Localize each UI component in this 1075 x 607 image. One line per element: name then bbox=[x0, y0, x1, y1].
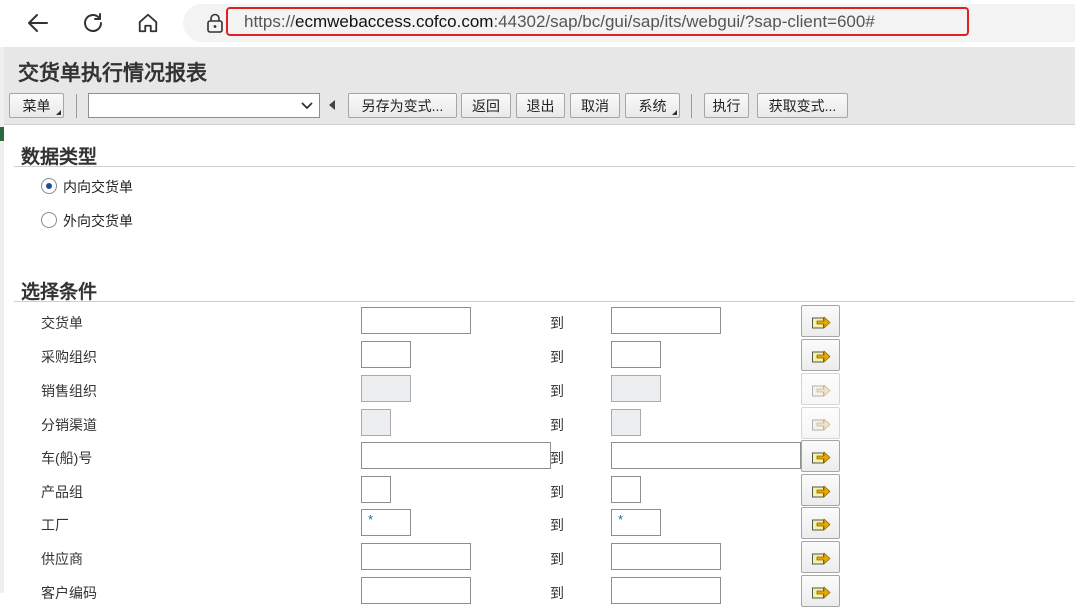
selection-label-plant: 工厂 bbox=[41, 517, 69, 533]
chevron-down-icon bbox=[301, 102, 313, 110]
multiple-selection-arrow-icon bbox=[811, 552, 830, 565]
system-menu-label: 系统 bbox=[638, 97, 667, 114]
field-sales-org-to bbox=[611, 375, 661, 402]
field-plant-to[interactable]: * bbox=[611, 509, 661, 536]
multiple-selection-arrow-icon bbox=[811, 518, 830, 531]
system-menu-button[interactable]: 系统 bbox=[625, 93, 680, 118]
field-distribution-channel-to bbox=[611, 409, 641, 436]
lock-icon[interactable] bbox=[206, 13, 224, 33]
multiple-selection-arrow-icon bbox=[811, 350, 830, 363]
field-vehicle-number-from[interactable] bbox=[361, 442, 551, 469]
to-label: 到 bbox=[550, 517, 564, 533]
radio-label-inbound-delivery[interactable]: 内向交货单 bbox=[63, 177, 133, 197]
multiple-selection-button-product-group[interactable] bbox=[801, 474, 840, 506]
sap-title-bar: 交货单执行情况报表 bbox=[4, 47, 1075, 91]
variant-select[interactable] bbox=[88, 93, 320, 118]
field-purchasing-org-from[interactable] bbox=[361, 341, 411, 368]
execute-button[interactable]: 执行 bbox=[704, 93, 749, 118]
reload-icon bbox=[84, 13, 102, 32]
field-customer-code-from[interactable] bbox=[361, 577, 471, 604]
toolbar-collapse-arrow-icon[interactable] bbox=[329, 100, 335, 110]
get-variant-button[interactable]: 获取变式... bbox=[757, 93, 848, 118]
multiple-selection-button-purchasing-org[interactable] bbox=[801, 339, 840, 371]
selection-label-vendor: 供应商 bbox=[41, 551, 83, 567]
multiple-selection-arrow-icon bbox=[811, 485, 830, 498]
to-label: 到 bbox=[550, 450, 564, 466]
field-vendor-from[interactable] bbox=[361, 543, 471, 570]
section-divider bbox=[14, 301, 1075, 302]
section-title-data-type: 数据类型 bbox=[21, 147, 98, 168]
multiple-selection-button-sales-org bbox=[801, 373, 840, 405]
radio-outbound-delivery[interactable] bbox=[41, 212, 57, 228]
reload-button[interactable] bbox=[78, 8, 108, 38]
menu-button-label: 菜单 bbox=[22, 97, 51, 114]
url-path: :44302/sap/bc/gui/sap/its/webgui/?sap-cl… bbox=[493, 12, 875, 31]
home-button[interactable] bbox=[133, 8, 163, 38]
multiple-selection-arrow-icon bbox=[811, 418, 830, 431]
to-label: 到 bbox=[550, 383, 564, 399]
to-label: 到 bbox=[550, 315, 564, 331]
arrow-left-icon bbox=[28, 14, 48, 32]
home-icon bbox=[138, 13, 158, 33]
field-vehicle-number-to[interactable] bbox=[611, 442, 801, 469]
multiple-selection-button-distribution-channel bbox=[801, 407, 840, 439]
exit-button[interactable]: 退出 bbox=[516, 93, 565, 118]
selection-label-vehicle-number: 车(船)号 bbox=[41, 450, 93, 466]
back-sap-button[interactable]: 返回 bbox=[461, 93, 511, 118]
to-label: 到 bbox=[550, 349, 564, 365]
to-label: 到 bbox=[550, 551, 564, 567]
to-label: 到 bbox=[550, 585, 564, 601]
multiple-selection-button-vendor[interactable] bbox=[801, 541, 840, 573]
multiple-selection-button-vehicle-number[interactable] bbox=[801, 440, 840, 472]
selection-label-customer-code: 客户编码 bbox=[41, 585, 97, 601]
section-divider bbox=[14, 166, 1075, 167]
url-host: ecmwebaccess.cofco.com bbox=[295, 12, 494, 31]
to-label: 到 bbox=[550, 417, 564, 433]
field-sales-org-from bbox=[361, 375, 411, 402]
background-window-edge bbox=[0, 47, 4, 593]
save-as-variant-button[interactable]: 另存为变式... bbox=[348, 93, 457, 118]
selection-label-purchasing-org: 采购组织 bbox=[41, 349, 97, 365]
field-product-group-from[interactable] bbox=[361, 476, 391, 503]
sap-toolbar: 菜单 另存为变式... 返回 退出 取消 系统 执行 获取变式... bbox=[4, 90, 1075, 125]
section-title-selection: 选择条件 bbox=[21, 282, 98, 303]
selection-label-product-group: 产品组 bbox=[41, 484, 83, 500]
field-delivery-from[interactable] bbox=[361, 307, 471, 334]
field-vendor-to[interactable] bbox=[611, 543, 721, 570]
to-label: 到 bbox=[550, 484, 564, 500]
field-distribution-channel-from bbox=[361, 409, 391, 436]
multiple-selection-arrow-icon bbox=[811, 586, 830, 599]
multiple-selection-button-delivery[interactable] bbox=[801, 305, 840, 337]
field-product-group-to[interactable] bbox=[611, 476, 641, 503]
multiple-selection-arrow-icon bbox=[811, 384, 830, 397]
toolbar-separator bbox=[76, 94, 77, 118]
url-scheme: https:// bbox=[244, 12, 296, 31]
multiple-selection-arrow-icon bbox=[811, 316, 830, 329]
selection-label-distribution-channel: 分销渠道 bbox=[41, 417, 97, 433]
back-button[interactable] bbox=[23, 8, 53, 38]
menu-button[interactable]: 菜单 bbox=[9, 93, 64, 118]
multiple-selection-arrow-icon bbox=[811, 451, 830, 464]
field-delivery-to[interactable] bbox=[611, 307, 721, 334]
selection-label-sales-org: 销售组织 bbox=[41, 383, 97, 399]
multiple-selection-button-plant[interactable] bbox=[801, 507, 840, 539]
selection-label-delivery: 交货单 bbox=[41, 315, 83, 331]
cancel-button[interactable]: 取消 bbox=[570, 93, 620, 118]
field-plant-from[interactable]: * bbox=[361, 509, 411, 536]
page-title: 交货单执行情况报表 bbox=[18, 62, 207, 85]
field-purchasing-org-to[interactable] bbox=[611, 341, 661, 368]
multiple-selection-button-customer-code[interactable] bbox=[801, 575, 840, 607]
radio-label-outbound-delivery[interactable]: 外向交货单 bbox=[63, 211, 133, 231]
url-text[interactable]: https://ecmwebaccess.cofco.com:44302/sap… bbox=[244, 12, 875, 32]
toolbar-separator bbox=[691, 94, 692, 118]
browser-toolbar: https://ecmwebaccess.cofco.com:44302/sap… bbox=[0, 0, 1075, 47]
radio-inbound-delivery[interactable] bbox=[41, 178, 57, 194]
field-customer-code-to[interactable] bbox=[611, 577, 721, 604]
